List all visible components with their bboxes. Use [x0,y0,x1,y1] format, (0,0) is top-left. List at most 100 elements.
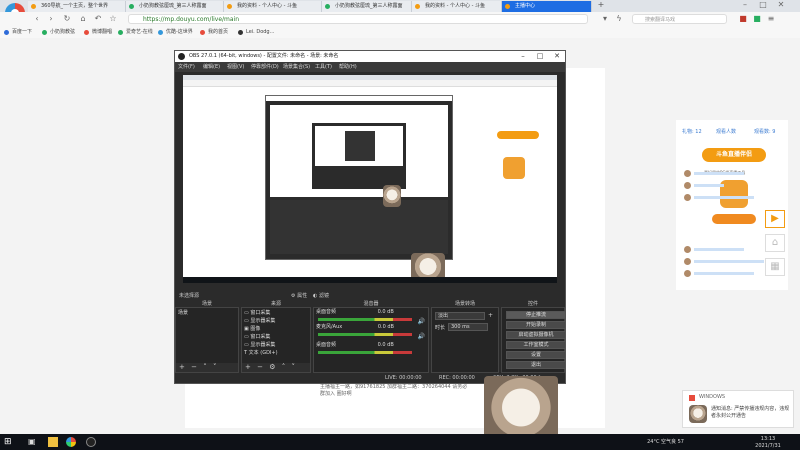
weather-label[interactable]: 24°C 空气良 57 [647,438,684,446]
bookmark-item[interactable]: 优酷-这世界 [158,29,193,36]
menu-edit[interactable]: 编辑(E) [203,63,220,71]
exit-button[interactable]: 退出 [506,361,566,369]
properties-button[interactable]: ⚙ 属性 [291,292,307,300]
mixer-track-name: 桌面音频 0.0 dB [316,342,394,348]
bookmark-item[interactable]: Lei. Dodg... [238,29,274,36]
add-icon[interactable]: + [179,363,185,371]
up-icon[interactable]: ˄ [282,363,286,371]
url-input[interactable]: https://mp.douyu.com/live/main [128,14,588,24]
windows-start-icon[interactable]: ⊞ [4,437,14,447]
close-icon[interactable]: ✕ [776,0,786,10]
extension-icon[interactable]: ■ [738,14,748,24]
browser-tab-active[interactable]: 主播中心 [502,1,592,12]
filters-button[interactable]: ◐ 滤镜 [313,292,329,300]
up-icon[interactable]: ˄ [203,363,207,371]
studio-mode-button[interactable]: 工作室模式 [506,341,566,349]
virtual-camera-button[interactable]: 启动虚拟摄像机 [506,331,566,339]
scene-item[interactable]: 场景 [178,310,188,317]
extension-icon[interactable]: ■ [752,14,762,24]
source-item[interactable]: ▣ 图像 [244,326,260,333]
bookmark-item[interactable]: 我的首页 [200,29,228,36]
avatar [684,194,691,201]
browser-tab[interactable]: 360导航_一个主页，整个世界 [28,1,126,12]
close-icon[interactable]: ✕ [549,51,565,62]
menu-tools[interactable]: 工具(T) [315,63,332,71]
notification-popup[interactable]: WINDOWS 通知消息: 严禁传播违规内容，违规者永封公开通告 [682,390,794,428]
search-input[interactable]: 搜索翻译马戏 [632,14,727,24]
source-item[interactable]: ▭ 显示器采集 [244,342,275,349]
speaker-icon[interactable]: 🔊 [418,333,425,340]
notice-line: 主播福主一路，如91761825 加群福主二路：370264044 请务必 [320,384,468,390]
browser-tab[interactable]: 我的资料 - 个人中心 - 斗鱼 [224,1,322,12]
home-side-icon[interactable]: ⌂ [765,234,785,252]
add-icon[interactable]: + [488,312,493,319]
remove-icon[interactable]: − [257,363,263,371]
stop-streaming-button[interactable]: 停止推流 [506,311,566,319]
grid-side-icon[interactable]: ▦ [765,258,785,276]
forward-icon[interactable]: › [46,14,56,24]
menu-help[interactable]: 帮助(H) [339,63,357,71]
menu-scene-collection[interactable]: 场景集合(S) [283,63,310,71]
dock-title: 来源 [270,301,281,307]
stat-label: 礼物: 12 [682,129,702,135]
obs-title-bar[interactable]: OBS 27.0.1 (64-bit, windows) - 配置文件: 未命名… [175,51,565,62]
browser-tab[interactable]: 小奶狗教弦厘琉_第三人称露面 [126,1,224,12]
back-icon[interactable]: ‹ [32,14,42,24]
maximize-icon[interactable]: □ [758,0,768,10]
source-item[interactable]: ▭ 显示器采集 [244,318,275,325]
down-icon[interactable]: ˅ [291,363,295,371]
gear-icon[interactable]: ⚙ [269,363,275,371]
tab-favicon-icon [31,4,36,9]
captured-title-bar [266,96,452,101]
menu-icon[interactable]: ≡ [766,14,776,24]
minimize-icon[interactable]: – [515,51,531,62]
undo-icon[interactable]: ↶ [93,14,103,24]
source-item[interactable]: ▭ 窗口采集 [244,334,270,341]
source-item[interactable]: ▭ 窗口采集 [244,310,270,317]
obs-taskbar-icon[interactable] [86,437,96,447]
speaker-icon[interactable]: 🔊 [418,318,425,325]
task-view-icon[interactable]: ▣ [28,437,38,447]
new-tab-button[interactable]: + [596,0,606,10]
favorite-star-icon[interactable]: ☆ [108,14,118,24]
bookmark-item[interactable]: 小奶狗教弦 [42,29,75,36]
play-icon[interactable]: ▶ [765,210,785,228]
notification-icon [689,395,695,401]
lightning-icon[interactable]: ϟ [614,14,624,24]
transitions-dock: 场景转场 淡出 + 时长 300 ms [431,301,499,373]
home-icon[interactable]: ⌂ [78,14,88,24]
obs-preview[interactable] [183,75,557,283]
captured-obs-window [312,123,406,189]
clock-date[interactable]: 2021/7/31 [750,442,786,450]
down-icon[interactable]: ˅ [213,363,217,371]
maximize-icon[interactable]: □ [532,51,548,62]
bookmark-icon [42,30,47,35]
browser-tab[interactable]: 我的资料 - 个人中心 - 斗鱼 [412,1,502,12]
start-recording-button[interactable]: 开始录制 [506,321,566,329]
duration-input[interactable]: 300 ms [448,323,488,331]
add-icon[interactable]: + [245,363,251,371]
menu-file[interactable]: 文件(F) [178,63,195,71]
minimize-icon[interactable]: – [740,0,750,10]
settings-button[interactable]: 设置 [506,351,566,359]
tab-label: 我的资料 - 个人中心 - 斗鱼 [237,3,297,9]
file-explorer-icon[interactable] [48,437,58,447]
tab-label: 主播中心 [515,3,536,9]
bookmark-item[interactable]: 爱奇艺-在线 [118,29,153,36]
transition-select[interactable]: 淡出 [435,312,485,320]
obs-window[interactable]: OBS 27.0.1 (64-bit, windows) - 配置文件: 未命名… [174,50,566,384]
refresh-icon[interactable]: ↻ [62,14,72,24]
bookmark-item[interactable]: 百度一下 [4,29,32,36]
source-item[interactable]: T 文本 (GDI+) [244,350,278,357]
download-button[interactable] [712,214,756,224]
bookmark-item[interactable]: 微博翻唱 [84,29,112,36]
dock-title: 控件 [527,301,538,307]
dropdown-icon[interactable]: ▾ [600,14,610,24]
menu-view[interactable]: 视图(V) [227,63,244,71]
browser-tab-bar: 360导航_一个主页，整个世界 小奶狗教弦厘琉_第三人称露面 我的资料 - 个人… [0,0,800,12]
page-notice-text: 主播福主一路，如91761825 加群福主二路：370264044 请务必 群加… [320,384,490,404]
remove-icon[interactable]: − [191,363,197,371]
browser-tab[interactable]: 小奶狗教弦厘琉_第三人称露面 [322,1,412,12]
browser-taskbar-icon[interactable] [66,437,76,447]
menu-docks[interactable]: 停靠部件(D) [251,63,279,71]
